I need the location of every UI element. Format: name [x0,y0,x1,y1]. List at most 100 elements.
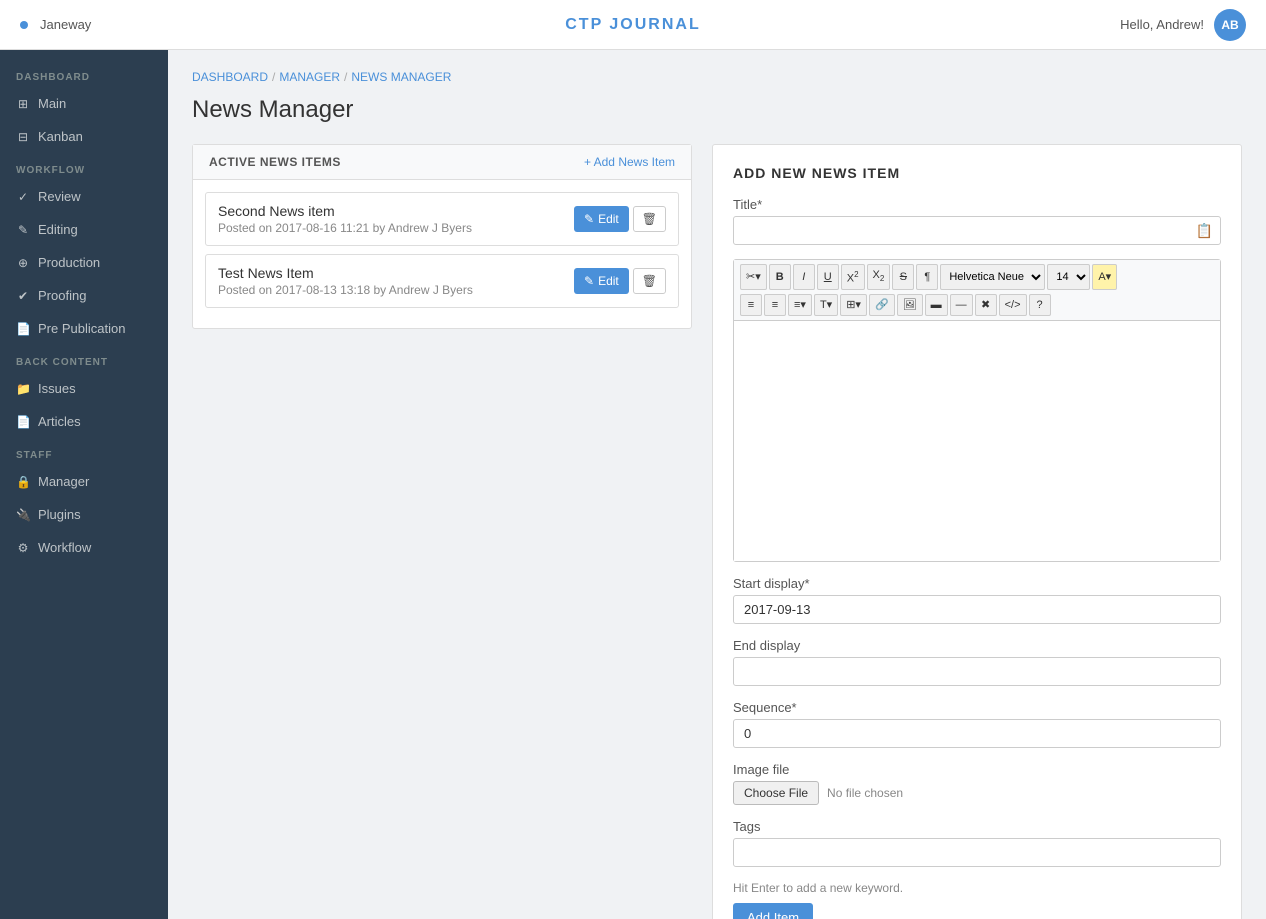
news-list-panel: ACTIVE NEWS ITEMS + Add News Item Second… [192,144,692,919]
rte-btn-ul[interactable]: ≡ [740,294,762,316]
sidebar-label-proofing: Proofing [38,288,86,303]
sidebar-item-kanban[interactable]: ⊟ Kanban [0,120,168,153]
issues-icon: 📁 [16,382,30,396]
brand-name: Janeway [40,17,91,32]
edit-button-0[interactable]: ✎ Edit [574,206,629,232]
sidebar-label-kanban: Kanban [38,129,83,144]
rte-size-select[interactable]: 14 [1047,264,1090,290]
production-icon: ⊕ [16,256,30,270]
tags-input[interactable] [733,838,1221,867]
breadcrumb-news-manager[interactable]: NEWS MANAGER [351,70,451,84]
news-item-info: Second News item Posted on 2017-08-16 11… [218,203,472,235]
rte-btn-underline[interactable]: U [817,264,839,290]
sidebar-label-plugins: Plugins [38,507,81,522]
sequence-input[interactable] [733,719,1221,748]
rte-btn-strikethrough[interactable]: S [892,264,914,290]
sidebar: DASHBOARD ⊞ Main ⊟ Kanban WORKFLOW ✓ Rev… [0,50,168,919]
prepublication-icon: 📄 [16,322,30,336]
sidebar-label-workflow: Workflow [38,540,91,555]
sequence-label: Sequence* [733,700,1221,715]
form-group-tags: Tags [733,819,1221,867]
rte-btn-table[interactable]: ⊞▾ [840,294,867,316]
sidebar-label-prepublication: Pre Publication [38,321,125,336]
sidebar-item-manager[interactable]: 🔒 Manager [0,465,168,498]
end-display-input[interactable] [733,657,1221,686]
manager-icon: 🔒 [16,475,30,489]
end-display-label: End display [733,638,1221,653]
sidebar-item-proofing[interactable]: ✔ Proofing [0,279,168,312]
news-item-meta: Posted on 2017-08-16 11:21 by Andrew J B… [218,221,472,235]
rte-btn-align[interactable]: ≡▾ [788,294,812,316]
brand-dot [20,21,28,29]
edit-icon-0: ✎ [584,212,594,226]
sidebar-item-review[interactable]: ✓ Review [0,180,168,213]
sidebar-section-backcontent: BACK CONTENT [0,345,168,372]
start-display-input[interactable] [733,595,1221,624]
rte-btn-color[interactable]: A▾ [1092,264,1117,290]
edit-button-1[interactable]: ✎ Edit [574,268,629,294]
form-group-sequence: Sequence* [733,700,1221,748]
proofing-icon: ✔ [16,289,30,303]
form-group-title: Title* 📋 [733,197,1221,245]
main-icon: ⊞ [16,97,30,111]
main-content: DASHBOARD / MANAGER / NEWS MANAGER News … [168,50,1266,919]
rich-text-editor[interactable]: ✂▾ B I U X2 X2 S ¶ Helvetica Neue [733,259,1221,562]
sidebar-item-production[interactable]: ⊕ Production [0,246,168,279]
sidebar-section-staff: STAFF [0,438,168,465]
sidebar-label-production: Production [38,255,100,270]
rte-btn-help[interactable]: ? [1029,294,1051,316]
form-group-image-file: Image file Choose File No file chosen [733,762,1221,805]
sidebar-item-plugins[interactable]: 🔌 Plugins [0,498,168,531]
choose-file-button[interactable]: Choose File [733,781,819,805]
rte-btn-media[interactable]: ▬ [925,294,948,316]
delete-button-1[interactable]: 🗑 [633,268,666,294]
rte-btn-image[interactable]: 🖼 [897,294,923,316]
rte-btn-paragraph[interactable]: ¶ [916,264,938,290]
articles-icon: 📄 [16,415,30,429]
rte-btn-text[interactable]: T▾ [814,294,838,316]
tags-hint: Hit Enter to add a new keyword. [733,881,1221,895]
rte-font-select[interactable]: Helvetica Neue [940,264,1045,290]
sidebar-label-issues: Issues [38,381,76,396]
rte-btn-italic[interactable]: I [793,264,815,290]
rte-toolbar: ✂▾ B I U X2 X2 S ¶ Helvetica Neue [734,260,1220,321]
add-item-button[interactable]: Add Item [733,903,813,919]
rte-btn-subscript[interactable]: X2 [867,264,891,290]
sidebar-item-prepublication[interactable]: 📄 Pre Publication [0,312,168,345]
title-input[interactable] [733,216,1221,245]
avatar[interactable]: AB [1214,9,1246,41]
rte-btn-bold[interactable]: B [769,264,791,290]
rte-btn-remove[interactable]: ✖ [975,294,997,316]
sidebar-label-review: Review [38,189,81,204]
news-item-actions: ✎ Edit 🗑 [574,268,666,294]
delete-icon-1: 🗑 [642,274,657,288]
rte-btn-superscript[interactable]: X2 [841,264,865,290]
add-news-item-form: ADD NEW NEWS ITEM Title* 📋 [712,144,1242,919]
rte-btn-style[interactable]: ✂▾ [740,264,767,290]
add-news-item-link[interactable]: + Add News Item [584,155,675,169]
rte-btn-ol[interactable]: ≡ [764,294,786,316]
no-file-status: No file chosen [827,786,903,800]
sidebar-label-manager: Manager [38,474,89,489]
breadcrumb-dashboard[interactable]: DASHBOARD [192,70,268,84]
news-list-label: ACTIVE NEWS ITEMS [209,155,341,169]
form-group-start-display: Start display* [733,576,1221,624]
plugins-icon: 🔌 [16,508,30,522]
workflow-icon: ⚙ [16,541,30,555]
sidebar-item-issues[interactable]: 📁 Issues [0,372,168,405]
sidebar-item-workflow[interactable]: ⚙ Workflow [0,531,168,564]
title-clipboard-icon: 📋 [1196,222,1213,239]
rte-btn-hr[interactable]: — [950,294,973,316]
delete-button-0[interactable]: 🗑 [633,206,666,232]
rte-body[interactable] [734,321,1220,561]
form-group-content: ✂▾ B I U X2 X2 S ¶ Helvetica Neue [733,259,1221,562]
news-item-info: Test News Item Posted on 2017-08-13 13:1… [218,265,473,297]
sidebar-item-articles[interactable]: 📄 Articles [0,405,168,438]
rte-btn-link[interactable]: 🔗 [869,294,895,316]
breadcrumb-manager[interactable]: MANAGER [279,70,340,84]
site-title: CTP JOURNAL [565,16,701,34]
tags-label: Tags [733,819,1221,834]
sidebar-item-editing[interactable]: ✎ Editing [0,213,168,246]
rte-btn-source[interactable]: </> [999,294,1027,316]
sidebar-item-main[interactable]: ⊞ Main [0,87,168,120]
